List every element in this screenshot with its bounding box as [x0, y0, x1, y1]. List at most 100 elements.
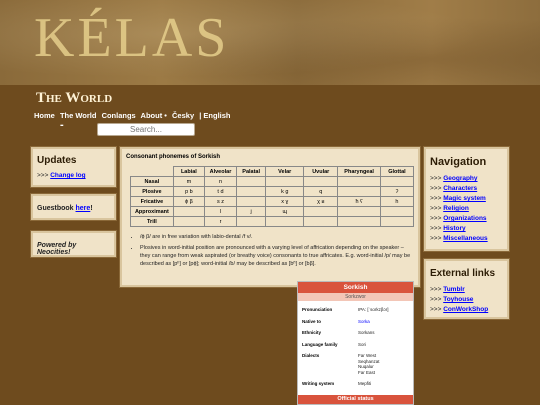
updates-box: Updates >>> Change log [31, 147, 116, 187]
table-cell [379, 176, 415, 187]
table-cell: ħ ʕ [337, 196, 381, 207]
list-item: >>> Religion [430, 204, 503, 214]
table-cell: x ɣ [265, 196, 305, 207]
table-cell [235, 186, 267, 197]
table-cell [337, 176, 381, 187]
guestbook-text: Guestbook here! [37, 205, 110, 212]
lang-english-link[interactable]: | English [199, 111, 230, 120]
table-cell [235, 196, 267, 207]
infobox-footer: Official status [298, 395, 413, 404]
link-prefix: >>> [430, 296, 444, 303]
table-cell [172, 216, 205, 227]
external-links-list: >>> Tumblr >>> Toyhouse >>> ConWorkShop [430, 285, 503, 315]
table-cell: r [203, 216, 238, 227]
table-cell: ʔ [379, 186, 415, 197]
col-header: Glottal [379, 166, 415, 177]
table-cell: l [203, 206, 238, 217]
table-cell: s z [203, 196, 238, 207]
col-header: Velar [265, 166, 305, 177]
infobox-row: Pronunciation IPA: [ˈsorkzβɔr] [298, 307, 413, 313]
nav-history-link[interactable]: History [443, 225, 465, 232]
external-links-box: External links >>> Tumblr >>> Toyhouse >… [424, 259, 509, 319]
infobox-key: Language family [302, 341, 338, 347]
change-log-link[interactable]: Change log [50, 172, 85, 179]
nav-conlangs-link[interactable]: Conlangs [102, 111, 136, 120]
link-prefix: >>> [430, 235, 444, 242]
list-item: >>> History [430, 224, 503, 234]
infobox-key: Ethnicity [302, 330, 322, 335]
nav-miscellaneous-link[interactable]: Miscellaneous [443, 235, 487, 242]
infobox-title: Sorkish [298, 282, 413, 293]
nav-the-world-link[interactable]: The World [60, 111, 97, 120]
table-cell: q [303, 186, 339, 197]
infobox-key: Dialects [302, 353, 320, 358]
link-prefix: >>> [430, 215, 444, 222]
link-prefix: >>> [430, 205, 444, 212]
table-row: Approximant l j ɰ [130, 206, 415, 217]
native-to-link[interactable]: Sorka [358, 319, 370, 324]
nav-dash: - [60, 119, 64, 131]
table-cell [337, 186, 381, 197]
row-header: Trill [130, 216, 174, 227]
table-corner [130, 166, 174, 177]
table-cell [235, 176, 267, 187]
table-cell: χ ʁ [303, 196, 339, 207]
col-header: Pharyngeal [337, 166, 381, 177]
guestbook-link[interactable]: here [76, 205, 91, 212]
list-item: >>> Magic system [430, 194, 503, 204]
neocities-text[interactable]: Powered by Neocities! [37, 242, 110, 256]
nav-geography-link[interactable]: Geography [443, 175, 477, 182]
table-cell: j [235, 206, 267, 217]
nav-about-link[interactable]: About • [141, 111, 167, 120]
table-cell [337, 216, 381, 227]
link-prefix: >>> [430, 306, 444, 313]
table-caption: Consonant phonemes of Sorkish [126, 154, 221, 160]
table-cell [303, 206, 339, 217]
guestbook-suffix: ! [90, 205, 93, 212]
col-header: Labial [172, 166, 205, 177]
list-item: >>> Toyhouse [430, 295, 503, 305]
infobox-row: Language family Sori [298, 342, 413, 348]
nav-organizations-link[interactable]: Organizations [443, 215, 486, 222]
table-cell [379, 216, 415, 227]
search-input[interactable] [97, 123, 195, 136]
list-item: >>> ConWorkShop [430, 305, 503, 315]
table-cell: m [172, 176, 205, 187]
table-cell [303, 176, 339, 187]
table-cell: ɰ [265, 206, 305, 217]
nav-religion-link[interactable]: Religion [443, 205, 469, 212]
table-row: Plosive p b t d k g q ʔ [130, 186, 415, 197]
site-logo[interactable]: KÉLAS [34, 6, 229, 70]
row-header: Plosive [130, 186, 174, 197]
link-prefix: >>> [430, 225, 444, 232]
nav-home-link[interactable]: Home [34, 111, 55, 120]
updates-prefix: >>> [37, 172, 51, 179]
table-cell [379, 206, 415, 217]
infobox-value: Sori [358, 341, 367, 347]
row-header: Fricative [130, 196, 174, 207]
infobox-value: Mepfiti [358, 381, 372, 386]
guestbook-label: Guestbook [37, 205, 76, 212]
table-cell: ɸ β [172, 196, 205, 207]
site-title: The World [36, 90, 113, 106]
link-prefix: >>> [430, 185, 444, 192]
table-cell: p b [172, 186, 205, 197]
row-header: Nasal [130, 176, 174, 187]
col-header: Uvular [303, 166, 339, 177]
lang-czech-link[interactable]: Česky [172, 111, 194, 120]
nav-magic-system-link[interactable]: Magic system [443, 195, 486, 202]
toyhouse-link[interactable]: Toyhouse [443, 296, 473, 303]
infobox-key: Pronunciation [302, 307, 333, 312]
navigation-box: Navigation >>> Geography >>> Characters … [424, 147, 509, 251]
table-cell [265, 176, 305, 187]
infobox-row: Ethnicity Sorkans [298, 330, 413, 336]
tumblr-link[interactable]: Tumblr [443, 286, 465, 293]
note-item: /ɸ β/ are in free variation with labio-d… [140, 233, 414, 241]
infobox-row: Dialects Far West Seqhanzat Nuqalur Far … [298, 353, 413, 375]
conworkshop-link[interactable]: ConWorkShop [443, 306, 488, 313]
infobox-row: Native to Sorka [298, 319, 413, 325]
nav-characters-link[interactable]: Characters [443, 185, 477, 192]
external-links-title: External links [430, 268, 496, 279]
link-prefix: >>> [430, 195, 444, 202]
link-prefix: >>> [430, 175, 444, 182]
